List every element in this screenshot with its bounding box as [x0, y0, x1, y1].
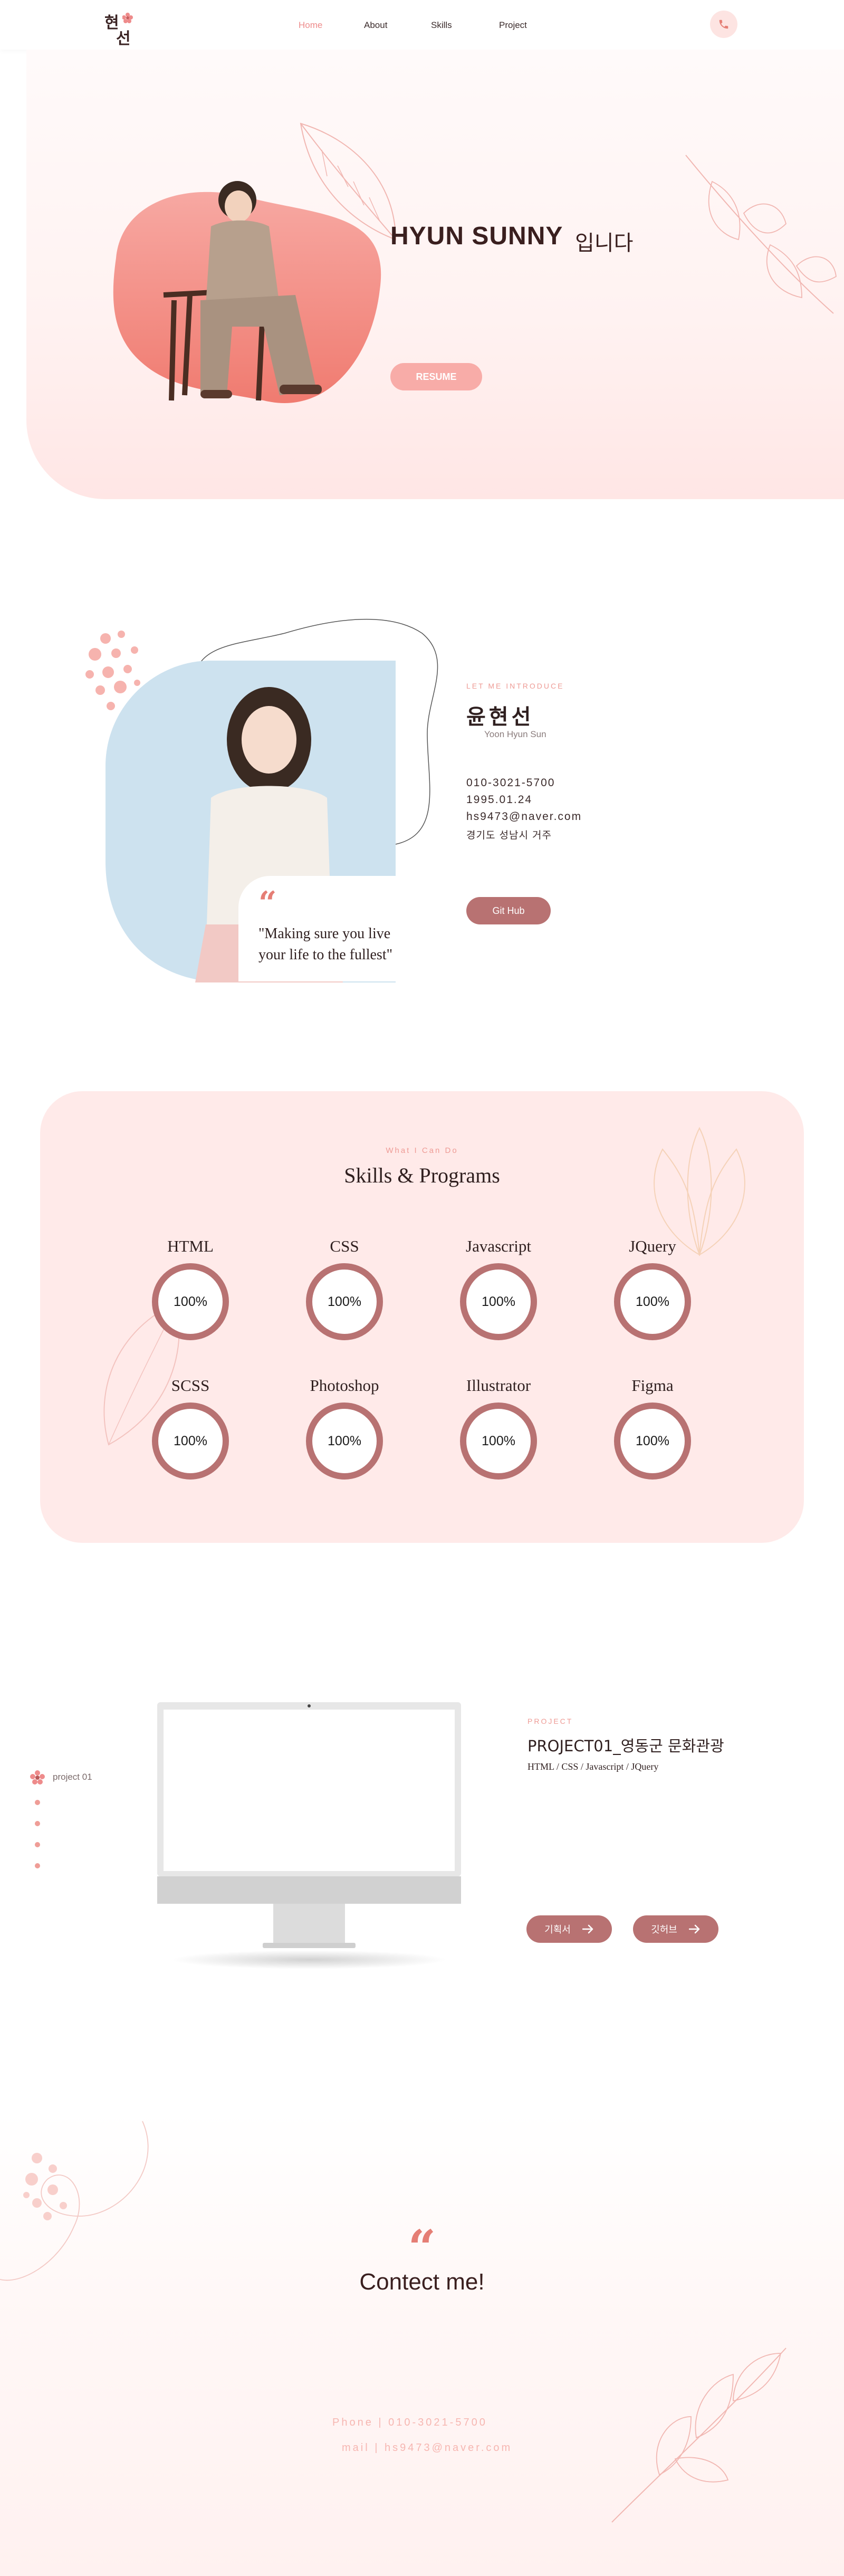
- skill-item: SCSS 100%: [127, 1376, 254, 1482]
- hero-name: HYUN SUNNY: [390, 222, 563, 250]
- project-nav-dot[interactable]: [35, 1842, 40, 1847]
- arrow-right-icon: [688, 1924, 700, 1934]
- project-nav-dot[interactable]: [35, 1821, 40, 1826]
- hero-section: HYUN SUNNY 입니다 RESUME: [26, 50, 844, 499]
- top-nav: 현 선 Home About Skills Project: [0, 0, 844, 50]
- skill-item: Photoshop 100%: [281, 1376, 408, 1482]
- quote-icon: “: [258, 885, 277, 922]
- hero-photo: [106, 168, 390, 414]
- section-tag: PROJECT: [528, 1717, 573, 1725]
- skill-ring: 100%: [614, 1403, 691, 1480]
- section-tag: LET ME INTRODUCE: [466, 682, 564, 690]
- skill-ring: 100%: [460, 1263, 537, 1340]
- flower-icon[interactable]: [30, 1770, 45, 1786]
- skill-item: CSS 100%: [281, 1237, 408, 1342]
- skill-item: Javascript 100%: [435, 1237, 562, 1342]
- resume-button[interactable]: RESUME: [390, 363, 482, 390]
- project-monitor: [157, 1702, 461, 1977]
- project-nav-dot[interactable]: [35, 1800, 40, 1805]
- github-label: 깃허브: [651, 1924, 677, 1935]
- skill-ring: 100%: [460, 1403, 537, 1480]
- flower-icon: [122, 13, 133, 23]
- skill-item: JQuery 100%: [589, 1237, 716, 1342]
- info-location: 경기도 성남시 거주: [466, 829, 552, 841]
- quote-icon: “: [408, 2219, 436, 2276]
- logo-text-2: 선: [116, 30, 131, 48]
- contact-mail[interactable]: mail | hs9473@naver.com: [342, 2442, 512, 2454]
- skill-name: JQuery: [629, 1237, 676, 1255]
- branch-decoration: [685, 155, 837, 314]
- skill-ring: 100%: [306, 1263, 383, 1340]
- skill-ring: 100%: [152, 1403, 229, 1480]
- arrow-right-icon: [582, 1924, 593, 1934]
- profile-name: 윤현선: [466, 705, 534, 729]
- skill-name: Photoshop: [310, 1376, 379, 1395]
- info-email: hs9473@naver.com: [466, 810, 582, 823]
- skill-name: HTML: [167, 1237, 214, 1255]
- info-birth: 1995.01.24: [466, 794, 533, 806]
- section-title: Skills & Programs: [344, 1163, 500, 1187]
- skill-item: HTML 100%: [127, 1237, 254, 1342]
- github-project-button[interactable]: 깃허브: [633, 1915, 718, 1943]
- skill-name: Javascript: [466, 1237, 531, 1255]
- hero-suffix: 입니다: [575, 231, 634, 255]
- quote-line-2: your life to the fullest": [258, 947, 393, 963]
- skill-name: Figma: [631, 1376, 674, 1395]
- skill-item: Figma 100%: [589, 1376, 716, 1482]
- skill-ring: 100%: [306, 1403, 383, 1480]
- project-nav-label[interactable]: project 01: [53, 1772, 92, 1782]
- contact-title: Contect me!: [359, 2269, 485, 2295]
- phone-button[interactable]: [710, 11, 737, 38]
- skill-item: Illustrator 100%: [435, 1376, 562, 1482]
- nav-link-skills[interactable]: Skills: [431, 20, 452, 31]
- quote-text: "Making sure you live your life to the f…: [258, 923, 438, 966]
- contact-phone[interactable]: Phone | 010-3021-5700: [332, 2417, 487, 2429]
- nav-link-project[interactable]: Project: [499, 20, 527, 31]
- section-tag: What I Can Do: [386, 1146, 458, 1155]
- plan-doc-label: 기획서: [544, 1924, 571, 1935]
- skill-name: CSS: [330, 1237, 359, 1255]
- profile-roman-name: Yoon Hyun Sun: [484, 729, 546, 739]
- info-phone: 010-3021-5700: [466, 777, 555, 789]
- phone-icon: [719, 20, 728, 29]
- nav-link-about[interactable]: About: [364, 20, 387, 31]
- github-button[interactable]: Git Hub: [466, 897, 551, 924]
- quote-line-1: "Making sure you live: [258, 926, 391, 942]
- skill-ring: 100%: [614, 1263, 691, 1340]
- nav-link-home[interactable]: Home: [299, 20, 322, 31]
- branch-decoration: [611, 2348, 787, 2523]
- project-nav-dot[interactable]: [35, 1863, 40, 1868]
- skill-name: Illustrator: [466, 1376, 531, 1395]
- project-title: PROJECT01_영동군 문화관광: [528, 1737, 724, 1755]
- site-logo[interactable]: 현 선: [102, 7, 139, 48]
- contact-section: [0, 2111, 844, 2576]
- plan-doc-button[interactable]: 기획서: [526, 1915, 612, 1943]
- skill-ring: 100%: [152, 1263, 229, 1340]
- project-stack: HTML / CSS / Javascript / JQuery: [528, 1761, 659, 1772]
- skill-name: SCSS: [171, 1376, 210, 1395]
